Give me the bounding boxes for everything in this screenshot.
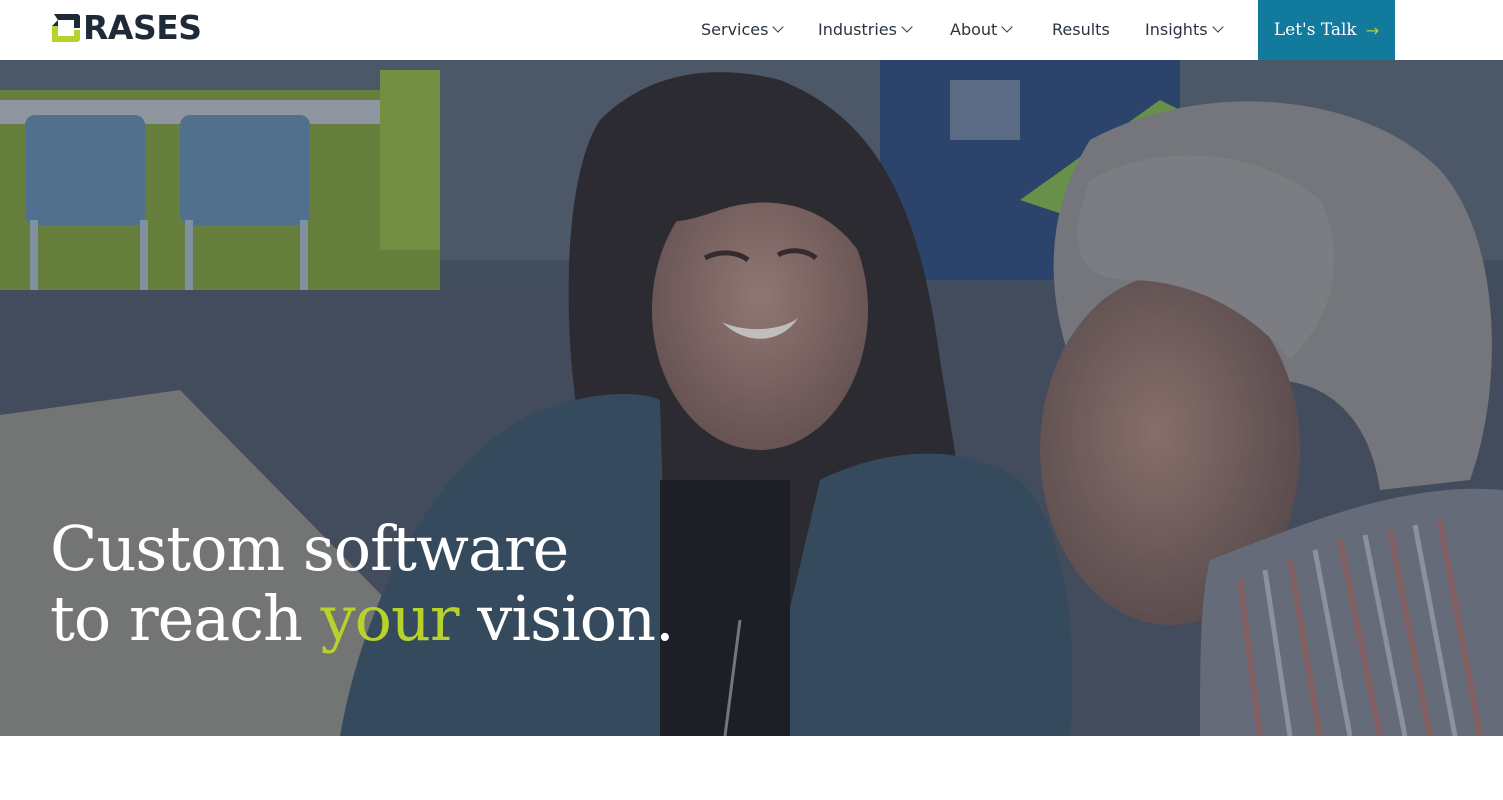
orases-logo[interactable]: RASES <box>50 11 233 45</box>
hero-headline-line2-end: vision. <box>458 582 674 655</box>
hero-headline-line2-start: to reach <box>50 582 321 655</box>
nav-about-label: About <box>950 19 998 39</box>
logo-wordmark: RASES <box>83 8 202 47</box>
logo-mark-icon <box>52 14 80 42</box>
nav-insights[interactable]: Insights <box>1145 18 1224 40</box>
site-header: RASES Services Industries About Results … <box>0 0 1503 60</box>
nav-services-label: Services <box>701 19 769 39</box>
hero-banner: Custom software to reach your vision. <box>0 60 1503 736</box>
nav-results[interactable]: Results <box>1052 18 1110 40</box>
hero-headline-line1: Custom software <box>50 512 569 585</box>
lets-talk-button[interactable]: Let's Talk → <box>1258 0 1395 60</box>
chevron-down-icon <box>1211 21 1224 33</box>
chevron-down-icon <box>772 21 785 33</box>
arrow-right-icon: → <box>1365 20 1380 40</box>
lets-talk-label: Let's Talk <box>1273 20 1357 40</box>
chevron-down-icon <box>1001 21 1013 33</box>
nav-insights-label: Insights <box>1145 19 1208 39</box>
hero-headline: Custom software to reach your vision. <box>50 512 675 655</box>
nav-results-label: Results <box>1052 19 1110 39</box>
nav-services[interactable]: Services <box>701 18 785 40</box>
hero-headline-accent: your <box>320 582 460 655</box>
chevron-down-icon <box>901 21 913 33</box>
nav-about[interactable]: About <box>950 18 1013 40</box>
nav-industries-label: Industries <box>818 19 897 39</box>
nav-industries[interactable]: Industries <box>818 18 913 40</box>
